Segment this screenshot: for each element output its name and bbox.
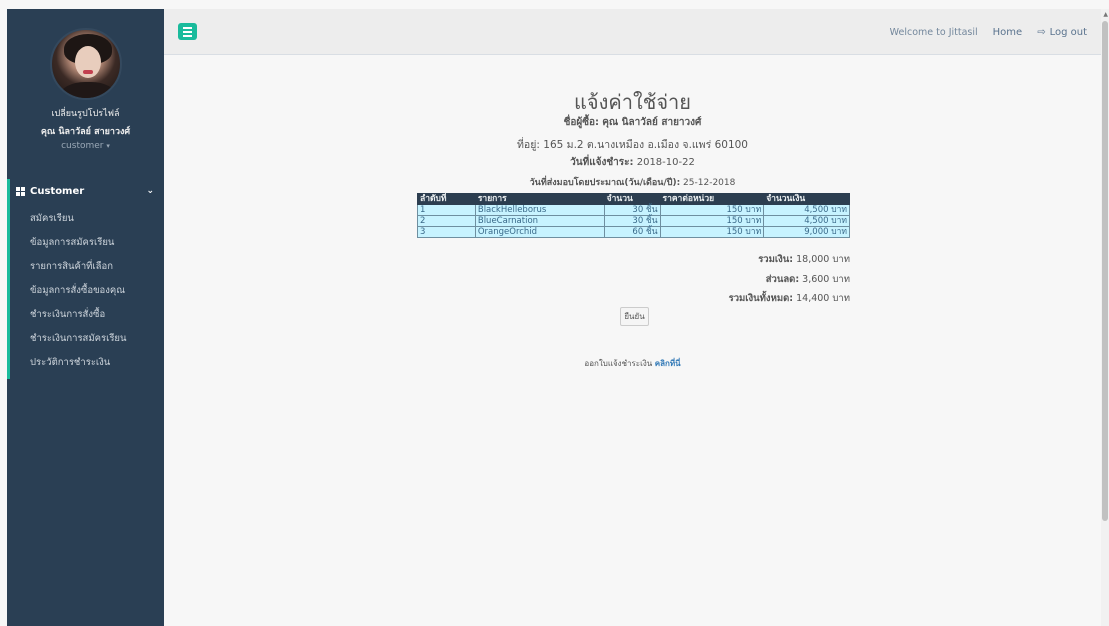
table-row: 3 OrangeOrchid 60 ชิ้น 150 บาท 9,000 บาท xyxy=(417,226,850,238)
confirm-button[interactable]: ยืนยัน xyxy=(620,307,649,326)
user-role-dropdown[interactable]: customer ▾ xyxy=(7,141,164,151)
user-role-label: customer xyxy=(61,141,104,151)
receipt-text: ออกใบแจ้งชำระเงิน xyxy=(584,359,653,368)
sidebar-item-pay-registration[interactable]: ชำระเงินการสมัครเรียน xyxy=(10,327,164,351)
column-header: รายการ xyxy=(474,193,605,205)
address-value: 165 ม.2 ต.นางเหมือง อ.เมือง จ.แพร่ 60100 xyxy=(543,139,748,151)
table-row: 2 BlueCarnation 30 ชิ้น 150 บาท 4,500 บา… xyxy=(417,215,850,227)
cell-amount: 9,000 บาท xyxy=(763,226,850,238)
sidebar-item-payment-history[interactable]: ประวัติการชำระเงิน xyxy=(10,351,164,375)
logout-label: Log out xyxy=(1049,26,1087,38)
discount-line: ส่วนลด: 3,600 บาท xyxy=(664,272,850,287)
subtotal-line: รวมเงิน: 18,000 บาท xyxy=(664,252,850,267)
sidebar: เปลี่ยนรูปโปรไฟล์ คุณ นิลาวัลย์ สายาวงศ์… xyxy=(7,9,164,626)
cell-qty: 30 ชิ้น xyxy=(603,204,661,216)
sidebar-item-registration-info[interactable]: ข้อมูลการสมัครเรียน xyxy=(10,231,164,255)
menu-section-label: Customer xyxy=(30,185,85,197)
sidebar-item-order-info[interactable]: ข้อมูลการสั่งซื้อของคุณ xyxy=(10,279,164,303)
invoice-table: ลำดับที่ รายการ จำนวน ราคาต่อหน่วย จำนวน… xyxy=(417,193,850,238)
column-header: จำนวนเงิน xyxy=(763,193,850,205)
delivery-date-label: วันที่ส่งมอบโดยประมาณ(วัน/เดือน/ปี): xyxy=(529,178,681,188)
cell-amount: 4,500 บาท xyxy=(763,215,850,227)
buyer-name: คุณ นิลาวัลย์ สายาวงศ์ xyxy=(602,117,702,128)
user-name: คุณ นิลาวัลย์ สายาวงศ์ xyxy=(40,127,131,137)
grand-total-line: รวมเงินทั้งหมด: 14,400 บาท xyxy=(664,291,850,306)
column-header: ราคาต่อหน่วย xyxy=(659,193,765,205)
delivery-date-line: วันที่ส่งมอบโดยประมาณ(วัน/เดือน/ปี): 25-… xyxy=(164,175,1101,189)
cell-item: BlueCarnation xyxy=(474,215,605,227)
page-title: แจ้งค่าใช้จ่าย xyxy=(574,90,691,114)
sidebar-menu: Customer ⌄ สมัครเรียน ข้อมูลการสมัครเรีย… xyxy=(7,179,164,379)
cell-unit-price: 150 บาท xyxy=(659,204,765,216)
table-header-row: ลำดับที่ รายการ จำนวน ราคาต่อหน่วย จำนวน… xyxy=(417,193,850,205)
address-line: ที่อยู่: 165 ม.2 ต.นางเหมือง อ.เมือง จ.แ… xyxy=(164,136,1101,153)
scroll-up-arrow-icon[interactable]: ▲ xyxy=(1103,11,1108,18)
cell-unit-price: 150 บาท xyxy=(659,226,765,238)
cell-item: BlackHelleborus xyxy=(474,204,605,216)
logout-icon: ⇨ xyxy=(1037,26,1046,38)
chevron-down-icon: ⌄ xyxy=(146,186,154,196)
column-header: ลำดับที่ xyxy=(417,193,476,205)
scrollbar-thumb[interactable] xyxy=(1102,21,1108,521)
cell-qty: 60 ชิ้น xyxy=(603,226,661,238)
grand-total-label: รวมเงินทั้งหมด: xyxy=(728,293,794,304)
buyer-label: ชื่อผู้ซื้อ: xyxy=(563,117,600,128)
welcome-text: Welcome to Jittasil xyxy=(889,26,978,38)
discount-value: 3,600 บาท xyxy=(802,274,850,285)
menu-toggle-button[interactable] xyxy=(178,23,197,40)
delivery-date-value: 25-12-2018 xyxy=(683,178,736,188)
bill-date-label: วันที่แจ้งชำระ: xyxy=(570,157,634,168)
subtotal-value: 18,000 บาท xyxy=(796,254,850,265)
logout-link[interactable]: ⇨ Log out xyxy=(1037,27,1087,38)
table-row: 1 BlackHelleborus 30 ชิ้น 150 บาท 4,500 … xyxy=(417,204,850,216)
navbar-right: Welcome to Jittasil Home ⇨ Log out xyxy=(890,9,1087,55)
cell-item: OrangeOrchid xyxy=(474,226,605,238)
caret-down-icon: ▾ xyxy=(106,142,110,150)
cell-no: 3 xyxy=(417,226,476,238)
bill-date-value: 2018-10-22 xyxy=(636,157,695,168)
vertical-scrollbar[interactable] xyxy=(1101,9,1109,626)
grand-total-value: 14,400 บาท xyxy=(796,293,850,304)
main-content: แจ้งค่าใช้จ่าย ชื่อผู้ซื้อ: คุณ นิลาวัลย… xyxy=(164,56,1101,626)
cell-no: 2 xyxy=(417,215,476,227)
home-link[interactable]: Home xyxy=(993,27,1023,38)
avatar[interactable] xyxy=(49,28,122,100)
sidebar-item-selected-products[interactable]: รายการสินค้าที่เลือก xyxy=(10,255,164,279)
sidebar-item-pay-order[interactable]: ชำระเงินการสั่งซื้อ xyxy=(10,303,164,327)
sidebar-item-register[interactable]: สมัครเรียน xyxy=(10,207,164,231)
discount-label: ส่วนลด: xyxy=(765,274,800,285)
cell-no: 1 xyxy=(417,204,476,216)
cell-unit-price: 150 บาท xyxy=(659,215,765,227)
receipt-link[interactable]: คลิกที่นี่ xyxy=(655,359,681,368)
customer-submenu: สมัครเรียน ข้อมูลการสมัครเรียน รายการสิน… xyxy=(10,203,164,379)
bill-date-line: วันที่แจ้งชำระ: 2018-10-22 xyxy=(164,155,1101,170)
profile-section: เปลี่ยนรูปโปรไฟล์ คุณ นิลาวัลย์ สายาวงศ์… xyxy=(7,9,164,151)
address-label: ที่อยู่: xyxy=(517,139,540,151)
cell-qty: 30 ชิ้น xyxy=(603,215,661,227)
cell-amount: 4,500 บาท xyxy=(763,204,850,216)
subtotal-label: รวมเงิน: xyxy=(758,254,794,265)
column-header: จำนวน xyxy=(603,193,661,205)
buyer-line: ชื่อผู้ซื้อ: คุณ นิลาวัลย์ สายาวงศ์ xyxy=(164,115,1101,130)
top-navbar: Welcome to Jittasil Home ⇨ Log out xyxy=(164,9,1101,55)
receipt-line: ออกใบแจ้งชำระเงิน คลิกที่นี่ xyxy=(164,357,1101,370)
grid-icon xyxy=(16,186,25,196)
change-photo-link[interactable]: เปลี่ยนรูปโปรไฟล์ xyxy=(7,106,164,120)
menu-section-customer[interactable]: Customer ⌄ xyxy=(10,179,164,203)
